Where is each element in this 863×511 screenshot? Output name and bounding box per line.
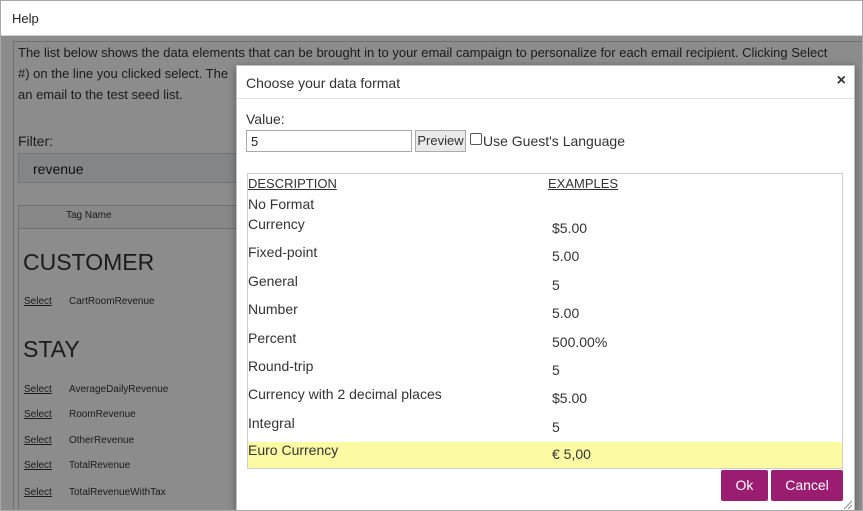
cancel-button[interactable]: Cancel: [771, 470, 843, 501]
format-description: Fixed-point: [248, 244, 318, 260]
format-example: € 5,00: [552, 446, 591, 462]
format-example: 5.00: [552, 248, 580, 264]
description-header: DESCRIPTION: [248, 176, 337, 191]
guest-language-checkbox[interactable]: [470, 133, 482, 145]
format-row[interactable]: Currency $5.00: [248, 216, 842, 244]
value-label: Value:: [246, 111, 285, 127]
format-example: 5: [552, 419, 560, 435]
ok-button[interactable]: Ok: [721, 470, 768, 501]
format-row[interactable]: Integral 5: [248, 415, 842, 443]
format-description: No Format: [248, 196, 315, 212]
format-description: General: [248, 273, 298, 289]
format-description: Integral: [248, 415, 295, 431]
format-row[interactable]: Percent 500.00%: [248, 330, 842, 358]
format-example: 5: [552, 277, 560, 293]
format-description: Currency with 2 decimal places: [248, 386, 442, 402]
guest-language-label: Use Guest's Language: [483, 133, 625, 149]
format-example: $5.00: [552, 220, 588, 236]
format-description: Round-trip: [248, 358, 314, 374]
format-row[interactable]: Round-trip 5: [248, 358, 842, 386]
format-row-selected[interactable]: Euro Currency € 5,00: [248, 442, 842, 468]
format-description: Number: [248, 301, 298, 317]
format-row[interactable]: No Format: [248, 196, 842, 218]
examples-header: EXAMPLES: [548, 176, 619, 191]
resize-grip-icon[interactable]: [842, 499, 852, 509]
dialog-title: Choose your data format: [246, 75, 401, 91]
close-icon[interactable]: ×: [837, 72, 846, 90]
help-window: Help The list below shows the data eleme…: [0, 0, 863, 511]
format-description: Euro Currency: [248, 442, 339, 458]
format-list-header: DESCRIPTION EXAMPLES: [248, 176, 842, 194]
preview-button[interactable]: Preview: [415, 130, 466, 152]
dialog-header: Choose your data format ×: [237, 66, 854, 99]
format-row[interactable]: Fixed-point 5.00: [248, 244, 842, 272]
format-row[interactable]: Currency with 2 decimal places $5.00: [248, 386, 842, 414]
help-title-bar: Help: [1, 1, 862, 36]
format-list: DESCRIPTION EXAMPLES No Format Currency …: [247, 173, 843, 469]
help-title: Help: [12, 11, 39, 26]
data-format-dialog: Choose your data format × Value: Preview…: [236, 65, 855, 510]
format-example: 500.00%: [552, 334, 608, 350]
format-example: 5.00: [552, 305, 580, 321]
format-example: 5: [552, 362, 560, 378]
format-description: Percent: [248, 330, 297, 346]
format-row[interactable]: Number 5.00: [248, 301, 842, 329]
format-row[interactable]: General 5: [248, 273, 842, 301]
value-input[interactable]: [246, 130, 412, 152]
format-example: $5.00: [552, 390, 588, 406]
format-description: Currency: [248, 216, 305, 232]
